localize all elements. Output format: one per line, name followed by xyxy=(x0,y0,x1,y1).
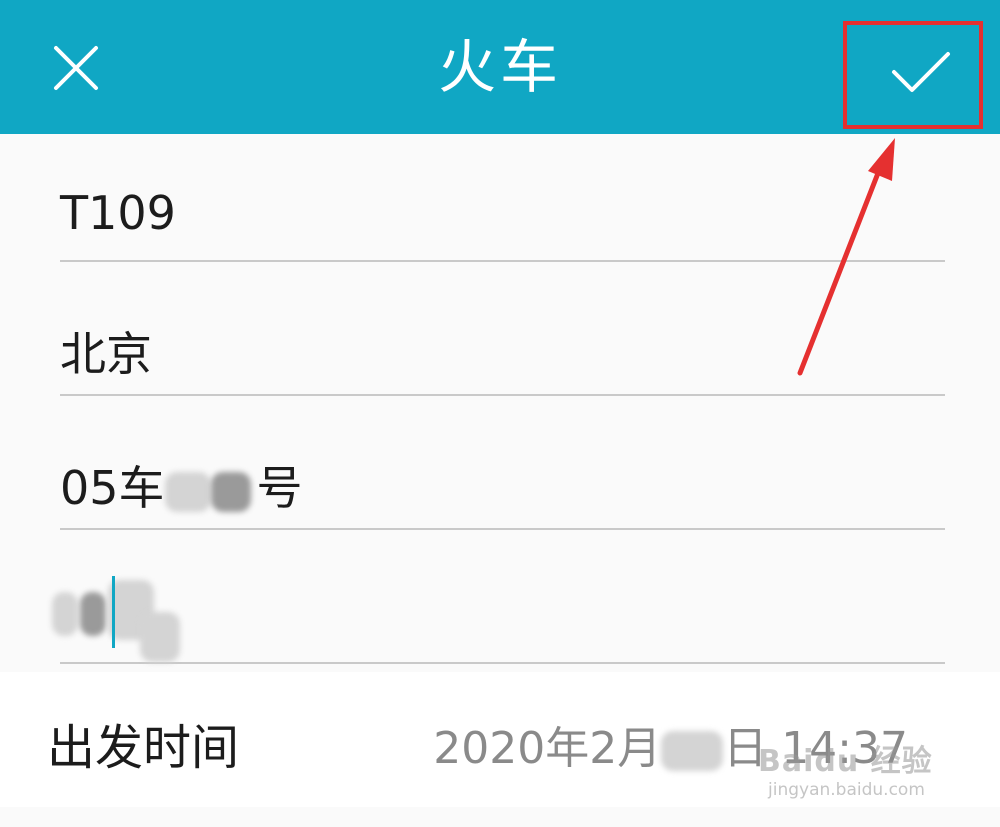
departure-year-month: 2020年2月 xyxy=(433,723,662,774)
seat-suffix: 号 xyxy=(256,461,303,515)
seat-field[interactable]: 05车 号 xyxy=(60,396,945,530)
top-app-bar: 火车 xyxy=(0,0,1000,134)
station-field[interactable]: 北京 xyxy=(60,262,945,396)
train-number-field[interactable]: T109 xyxy=(60,150,945,262)
redacted-note-part-dark xyxy=(80,592,106,636)
departure-time-row[interactable]: 出发时间 2020年2月 日 14:37 xyxy=(0,672,1000,807)
redacted-note-part xyxy=(52,592,78,636)
station-value: 北京 xyxy=(60,327,152,381)
departure-time-value[interactable]: 2020年2月 日 14:37 xyxy=(433,712,908,776)
redacted-day xyxy=(661,731,724,771)
check-icon xyxy=(892,52,950,92)
departure-time-label: 出发时间 xyxy=(47,720,240,776)
seat-value: 05车 号 xyxy=(60,452,303,518)
note-field[interactable] xyxy=(52,530,945,664)
departure-day-time: 日 14:37 xyxy=(723,723,908,774)
train-number-value: T109 xyxy=(60,186,176,240)
seat-prefix: 05车 xyxy=(60,461,165,515)
confirm-button[interactable] xyxy=(848,24,978,122)
text-cursor xyxy=(112,576,115,648)
redacted-note-part-3 xyxy=(140,612,180,662)
redacted-seat-part-dark xyxy=(210,471,251,512)
redacted-seat-part xyxy=(164,471,211,512)
